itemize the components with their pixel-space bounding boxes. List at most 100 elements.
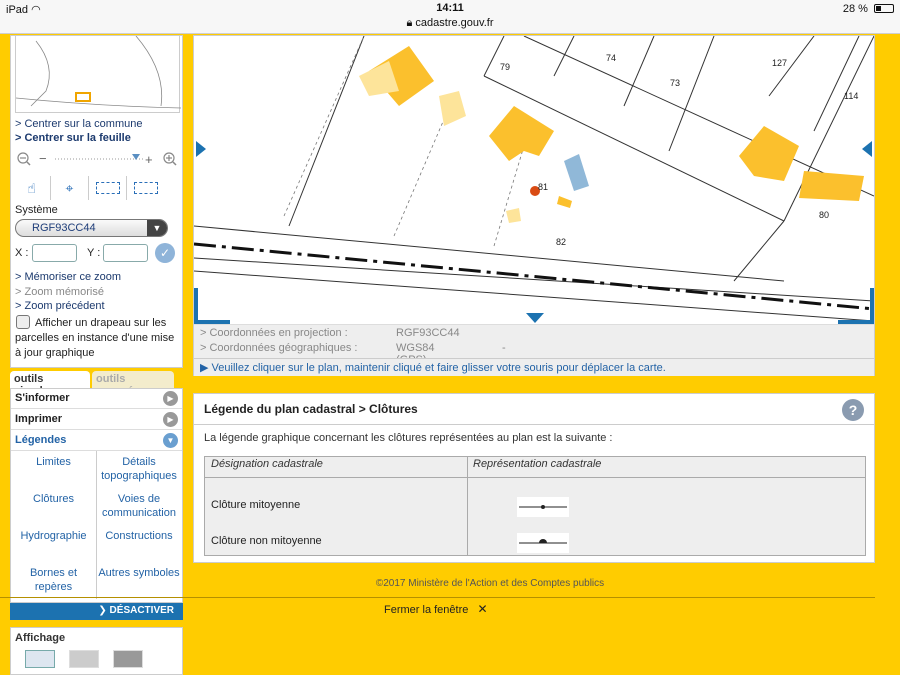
validate-coordinates-button[interactable]: ✓ (155, 243, 175, 263)
divider (467, 457, 468, 555)
corner-bottom-left-icon (194, 288, 230, 324)
help-icon[interactable]: ? (842, 399, 864, 421)
legend-panel: Légende du plan cadastral > Clôtures ? L… (193, 393, 875, 563)
pan-down-icon[interactable] (526, 313, 544, 323)
display-mode-photo-icon[interactable] (113, 650, 143, 668)
map-hint: ▶ Veuillez cliquer sur le plan, mainteni… (194, 358, 874, 376)
parcel-label: 114 (844, 91, 858, 101)
map-tools-row: ☝ ⌖ (13, 176, 181, 200)
cadastral-map[interactable]: 74 73 127 114 79 81 80 82 (193, 35, 875, 324)
zoom-in-icon[interactable] (163, 152, 177, 166)
zoom-out-icon[interactable] (17, 152, 31, 166)
chevron-right-icon[interactable]: ▶ (163, 412, 178, 427)
zoom-minus-icon[interactable]: − (39, 151, 47, 166)
desactiver-label: DÉSACTIVER (109, 605, 174, 616)
pan-left-icon[interactable] (196, 141, 206, 157)
legend-constructions[interactable]: Constructions (96, 525, 181, 562)
overview-minimap[interactable] (15, 35, 182, 113)
chevron-down-icon[interactable]: ▼ (163, 433, 178, 448)
play-icon: ▶ (200, 362, 209, 374)
parcel-label: 127 (772, 58, 787, 68)
map-container[interactable]: 74 73 127 114 79 81 80 82 > Coordonnées … (193, 35, 875, 376)
legend-hydrographie[interactable]: Hydrographie (11, 525, 96, 562)
informer-label: S'informer (15, 392, 70, 404)
cloture-mitoyenne-symbol (517, 497, 569, 517)
battery-text: 28 % (842, 3, 868, 15)
x-label: X : (15, 247, 29, 259)
clock: 14:11 (436, 2, 464, 14)
legend-intro: La légende graphique concernant les clôt… (204, 432, 613, 444)
parcel-label: 79 (500, 62, 510, 72)
parcel-label: 80 (819, 210, 829, 220)
parcel-label: 73 (670, 78, 680, 88)
legendes-row[interactable]: Légendes ▼ (11, 431, 182, 451)
tools-panel: S'informer ▶ Imprimer ▶ Légendes ▼ Limit… (10, 388, 183, 603)
parcel-labels: 74 73 127 114 79 81 80 82 (500, 53, 858, 247)
display-mode-mixed-icon[interactable] (69, 650, 99, 668)
memoriser-zoom-link[interactable]: > Mémoriser ce zoom (15, 271, 121, 283)
boundary-line (193, 242, 875, 311)
minimap-frame (75, 92, 91, 102)
coord-geo-row: > Coordonnées géographiques : WGS84 (GPS… (200, 342, 506, 366)
imprimer-label: Imprimer (15, 413, 63, 425)
zoom-out-box-icon[interactable] (127, 176, 165, 200)
table-row-label: Clôture non mitoyenne (211, 535, 322, 547)
drapeau-checkbox[interactable] (16, 315, 30, 329)
legend-voies-communication[interactable]: Voies de communication (96, 488, 181, 525)
tab-outils-avances[interactable]: outils avancés (92, 371, 174, 397)
affichage-panel: Affichage (10, 627, 183, 675)
y-label: Y : (87, 247, 101, 259)
pan-hand-icon[interactable]: ☝ (13, 176, 51, 200)
map-hint-text: Veuillez cliquer sur le plan, maintenir … (211, 362, 666, 374)
informer-row[interactable]: S'informer ▶ (11, 389, 182, 409)
zoom-box-icon[interactable] (89, 176, 127, 200)
divider (205, 477, 865, 478)
legend-clotures[interactable]: Clôtures (11, 488, 96, 525)
legend-title: Légende du plan cadastral > Clôtures (204, 402, 418, 416)
y-coordinate-input[interactable] (103, 244, 148, 262)
divider (194, 424, 874, 425)
center-commune-link[interactable]: > Centrer sur la commune (15, 118, 142, 130)
address-bar[interactable]: 🔒︎ cadastre.gouv.fr (0, 17, 900, 30)
parcel-label: 82 (556, 237, 566, 247)
close-icon[interactable]: ✕ (477, 603, 489, 615)
divider (0, 597, 875, 598)
tab-outils-simples[interactable]: outils simples (10, 371, 90, 397)
col-header-designation: Désignation cadastrale (211, 458, 323, 470)
chevron-down-icon[interactable]: ▼ (147, 220, 167, 236)
chevron-right-icon: ❯ (98, 605, 107, 616)
imprimer-row[interactable]: Imprimer ▶ (11, 410, 182, 430)
coord-geo-dash: - (502, 342, 506, 354)
desactiver-button[interactable]: ❯ DÉSACTIVER (10, 603, 183, 620)
legend-limites[interactable]: Limites (11, 451, 96, 488)
coord-projection-label: > Coordonnées en projection : (200, 327, 348, 339)
systeme-value: RGF93CC44 (32, 222, 96, 234)
systeme-label: Système (15, 204, 58, 216)
url-text: cadastre.gouv.fr (415, 17, 494, 29)
legend-details-topographiques[interactable]: Détails topographiques (96, 451, 181, 488)
battery-icon (874, 4, 894, 13)
x-coordinate-input[interactable] (32, 244, 77, 262)
drapeau-label: Afficher un drapeau sur les parcelles en… (15, 317, 175, 359)
center-feuille-link[interactable]: > Centrer sur la feuille (15, 132, 131, 144)
chevron-right-icon[interactable]: ▶ (163, 391, 178, 406)
recenter-icon[interactable]: ⌖ (51, 176, 89, 200)
table-row-label: Clôture mitoyenne (211, 499, 301, 511)
map-coordinates: > Coordonnées en projection : RGF93CC44 … (194, 324, 874, 366)
coord-projection-row: > Coordonnées en projection : RGF93CC44 (200, 327, 460, 342)
close-window-link[interactable]: Fermer la fenêtre ✕ (384, 603, 489, 616)
zoom-bar: − + (15, 149, 180, 169)
minimap-drawing (15, 35, 182, 109)
zoom-precedent-link[interactable]: > Zoom précédent (15, 300, 105, 312)
display-mode-plan-icon[interactable] (25, 650, 55, 668)
legend-table: Désignation cadastrale Représentation ca… (204, 456, 866, 556)
pan-right-icon[interactable] (862, 141, 872, 157)
cloture-non-mitoyenne-symbol (517, 533, 569, 553)
systeme-select[interactable]: RGF93CC44 ▼ (15, 219, 168, 237)
zoom-plus-icon[interactable]: + (145, 152, 153, 167)
status-bar: iPad ◠ 14:11 🔒︎ cadastre.gouv.fr 28 % (0, 0, 900, 34)
buildings (359, 46, 864, 223)
navigation-panel: > Centrer sur la commune > Centrer sur l… (10, 35, 183, 368)
close-window-label: Fermer la fenêtre (384, 604, 469, 616)
zoom-memorise-link[interactable]: > Zoom mémorisé (15, 286, 104, 298)
